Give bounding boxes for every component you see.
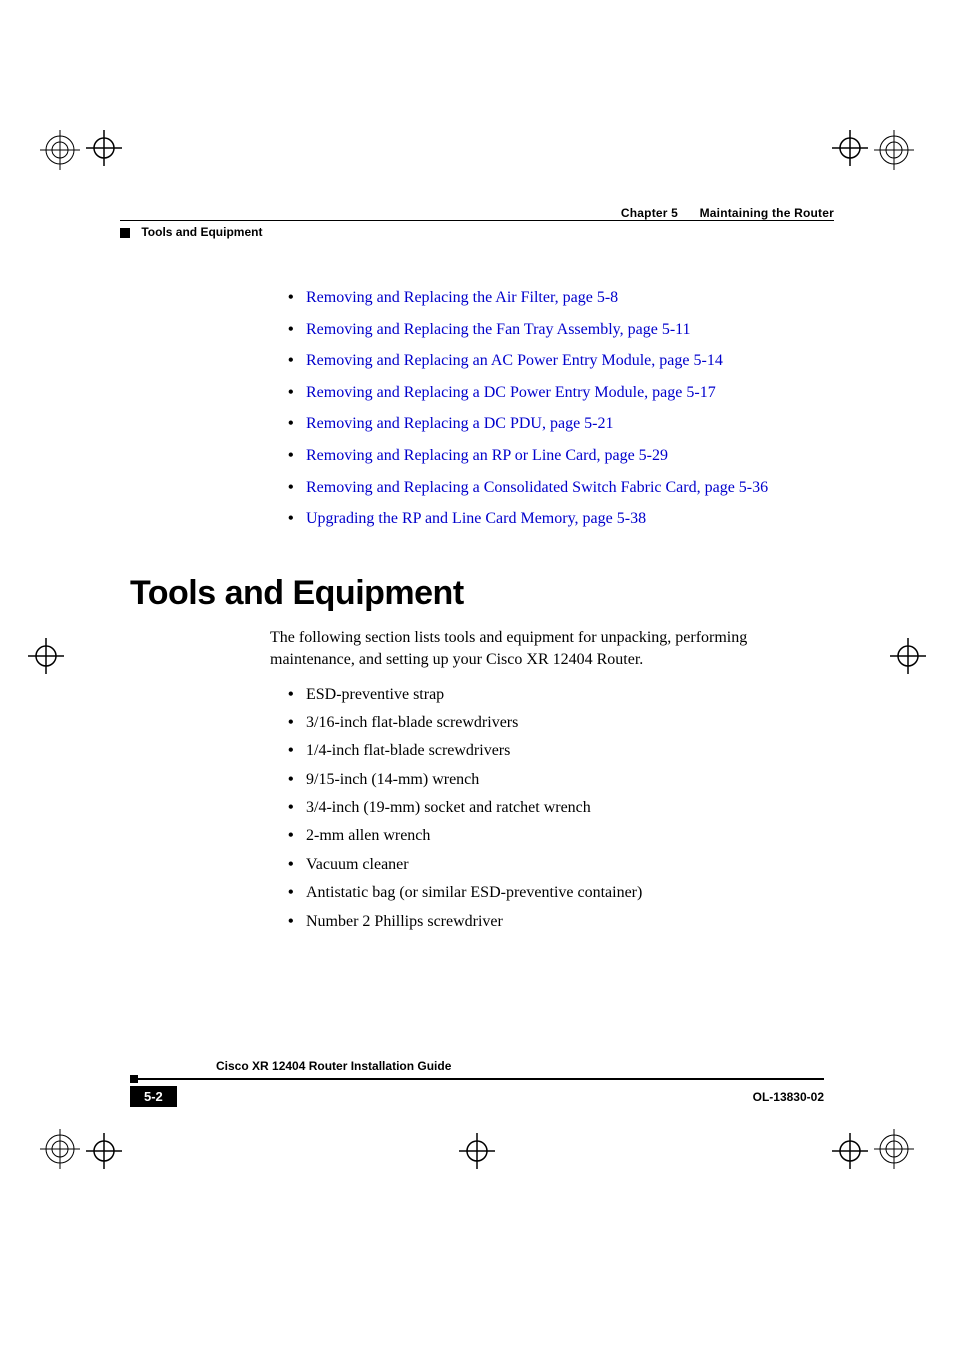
crosshair-mark-right-mid <box>890 638 926 674</box>
crosshair-mark-bottom-left <box>86 1133 122 1169</box>
section-title: Tools and Equipment <box>141 225 262 239</box>
list-item: Antistatic bag (or similar ESD-preventiv… <box>288 880 824 906</box>
list-item: Removing and Replacing a DC PDU, page 5-… <box>288 411 824 437</box>
page-header: Chapter 5 Maintaining the Router Tools a… <box>120 206 834 239</box>
crosshair-mark-top-left <box>86 130 122 166</box>
page-content: Removing and Replacing the Air Filter, p… <box>130 285 824 937</box>
crosshair-mark-bottom-right <box>832 1133 868 1169</box>
registration-mark-bottom-left <box>40 1129 80 1169</box>
list-item: 1/4-inch flat-blade screwdrivers <box>288 738 824 764</box>
registration-mark-top-left <box>40 130 80 170</box>
footer-marker-icon <box>130 1075 138 1083</box>
list-item: Removing and Replacing an AC Power Entry… <box>288 348 824 374</box>
xref-link[interactable]: Removing and Replacing a DC PDU, page 5-… <box>306 415 614 432</box>
header-section: Tools and Equipment <box>120 225 834 239</box>
section-heading: Tools and Equipment <box>130 574 824 613</box>
list-item: 2-mm allen wrench <box>288 823 824 849</box>
footer-rule <box>130 1075 824 1083</box>
xref-link[interactable]: Removing and Replacing a DC Power Entry … <box>306 384 716 401</box>
list-item: Removing and Replacing an RP or Line Car… <box>288 443 824 469</box>
list-item: Removing and Replacing the Air Filter, p… <box>288 285 824 311</box>
footer-bottom: 5-2 OL-13830-02 <box>130 1086 824 1107</box>
registration-mark-top-right <box>874 130 914 170</box>
header-rule <box>120 220 834 221</box>
section-marker-icon <box>120 228 130 238</box>
intro-paragraph: The following section lists tools and eq… <box>270 627 824 672</box>
crosshair-mark-bottom-center <box>459 1133 495 1169</box>
equipment-list: ESD-preventive strap 3/16-inch flat-blad… <box>288 682 824 936</box>
list-item: Number 2 Phillips screwdriver <box>288 909 824 935</box>
list-item: 3/4-inch (19-mm) socket and ratchet wren… <box>288 795 824 821</box>
xref-link[interactable]: Removing and Replacing a Consolidated Sw… <box>306 479 768 496</box>
footer-doc-title: Cisco XR 12404 Router Installation Guide <box>216 1059 824 1073</box>
list-item: 9/15-inch (14-mm) wrench <box>288 767 824 793</box>
crosshair-mark-top-right <box>832 130 868 166</box>
list-item: ESD-preventive strap <box>288 682 824 708</box>
list-item: 3/16-inch flat-blade screwdrivers <box>288 710 824 736</box>
document-id: OL-13830-02 <box>753 1090 824 1104</box>
xref-link[interactable]: Removing and Replacing an AC Power Entry… <box>306 352 723 369</box>
registration-mark-bottom-right <box>874 1129 914 1169</box>
chapter-label: Chapter 5 <box>621 206 678 220</box>
list-item: Upgrading the RP and Line Card Memory, p… <box>288 506 824 532</box>
list-item: Removing and Replacing the Fan Tray Asse… <box>288 317 824 343</box>
xref-link[interactable]: Upgrading the RP and Line Card Memory, p… <box>306 510 646 527</box>
page-number: 5-2 <box>130 1086 177 1107</box>
cross-reference-list: Removing and Replacing the Air Filter, p… <box>288 285 824 532</box>
list-item: Removing and Replacing a DC Power Entry … <box>288 380 824 406</box>
crosshair-mark-left-mid <box>28 638 64 674</box>
list-item: Vacuum cleaner <box>288 852 824 878</box>
page-footer: Cisco XR 12404 Router Installation Guide… <box>130 1059 824 1107</box>
list-item: Removing and Replacing a Consolidated Sw… <box>288 475 824 501</box>
chapter-title: Maintaining the Router <box>700 206 834 220</box>
header-chapter: Chapter 5 Maintaining the Router <box>120 206 834 220</box>
xref-link[interactable]: Removing and Replacing the Fan Tray Asse… <box>306 321 691 338</box>
xref-link[interactable]: Removing and Replacing an RP or Line Car… <box>306 447 668 464</box>
xref-link[interactable]: Removing and Replacing the Air Filter, p… <box>306 289 618 306</box>
